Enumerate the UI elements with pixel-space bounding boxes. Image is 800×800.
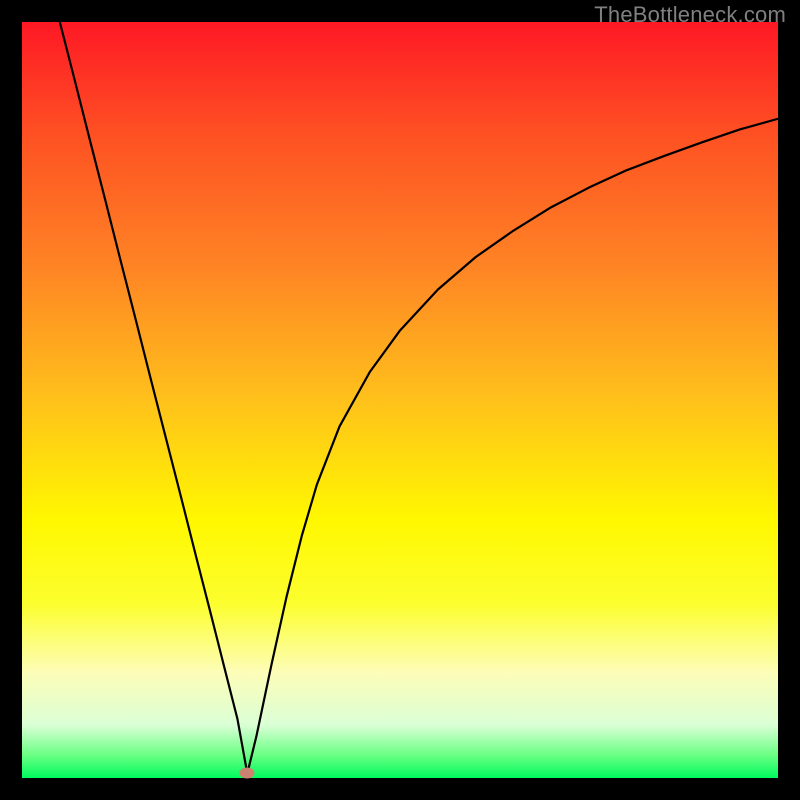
optimal-point-marker: [240, 768, 255, 779]
bottleneck-curve: [22, 22, 778, 778]
chart-frame: TheBottleneck.com: [0, 0, 800, 800]
watermark-label: TheBottleneck.com: [594, 2, 786, 28]
